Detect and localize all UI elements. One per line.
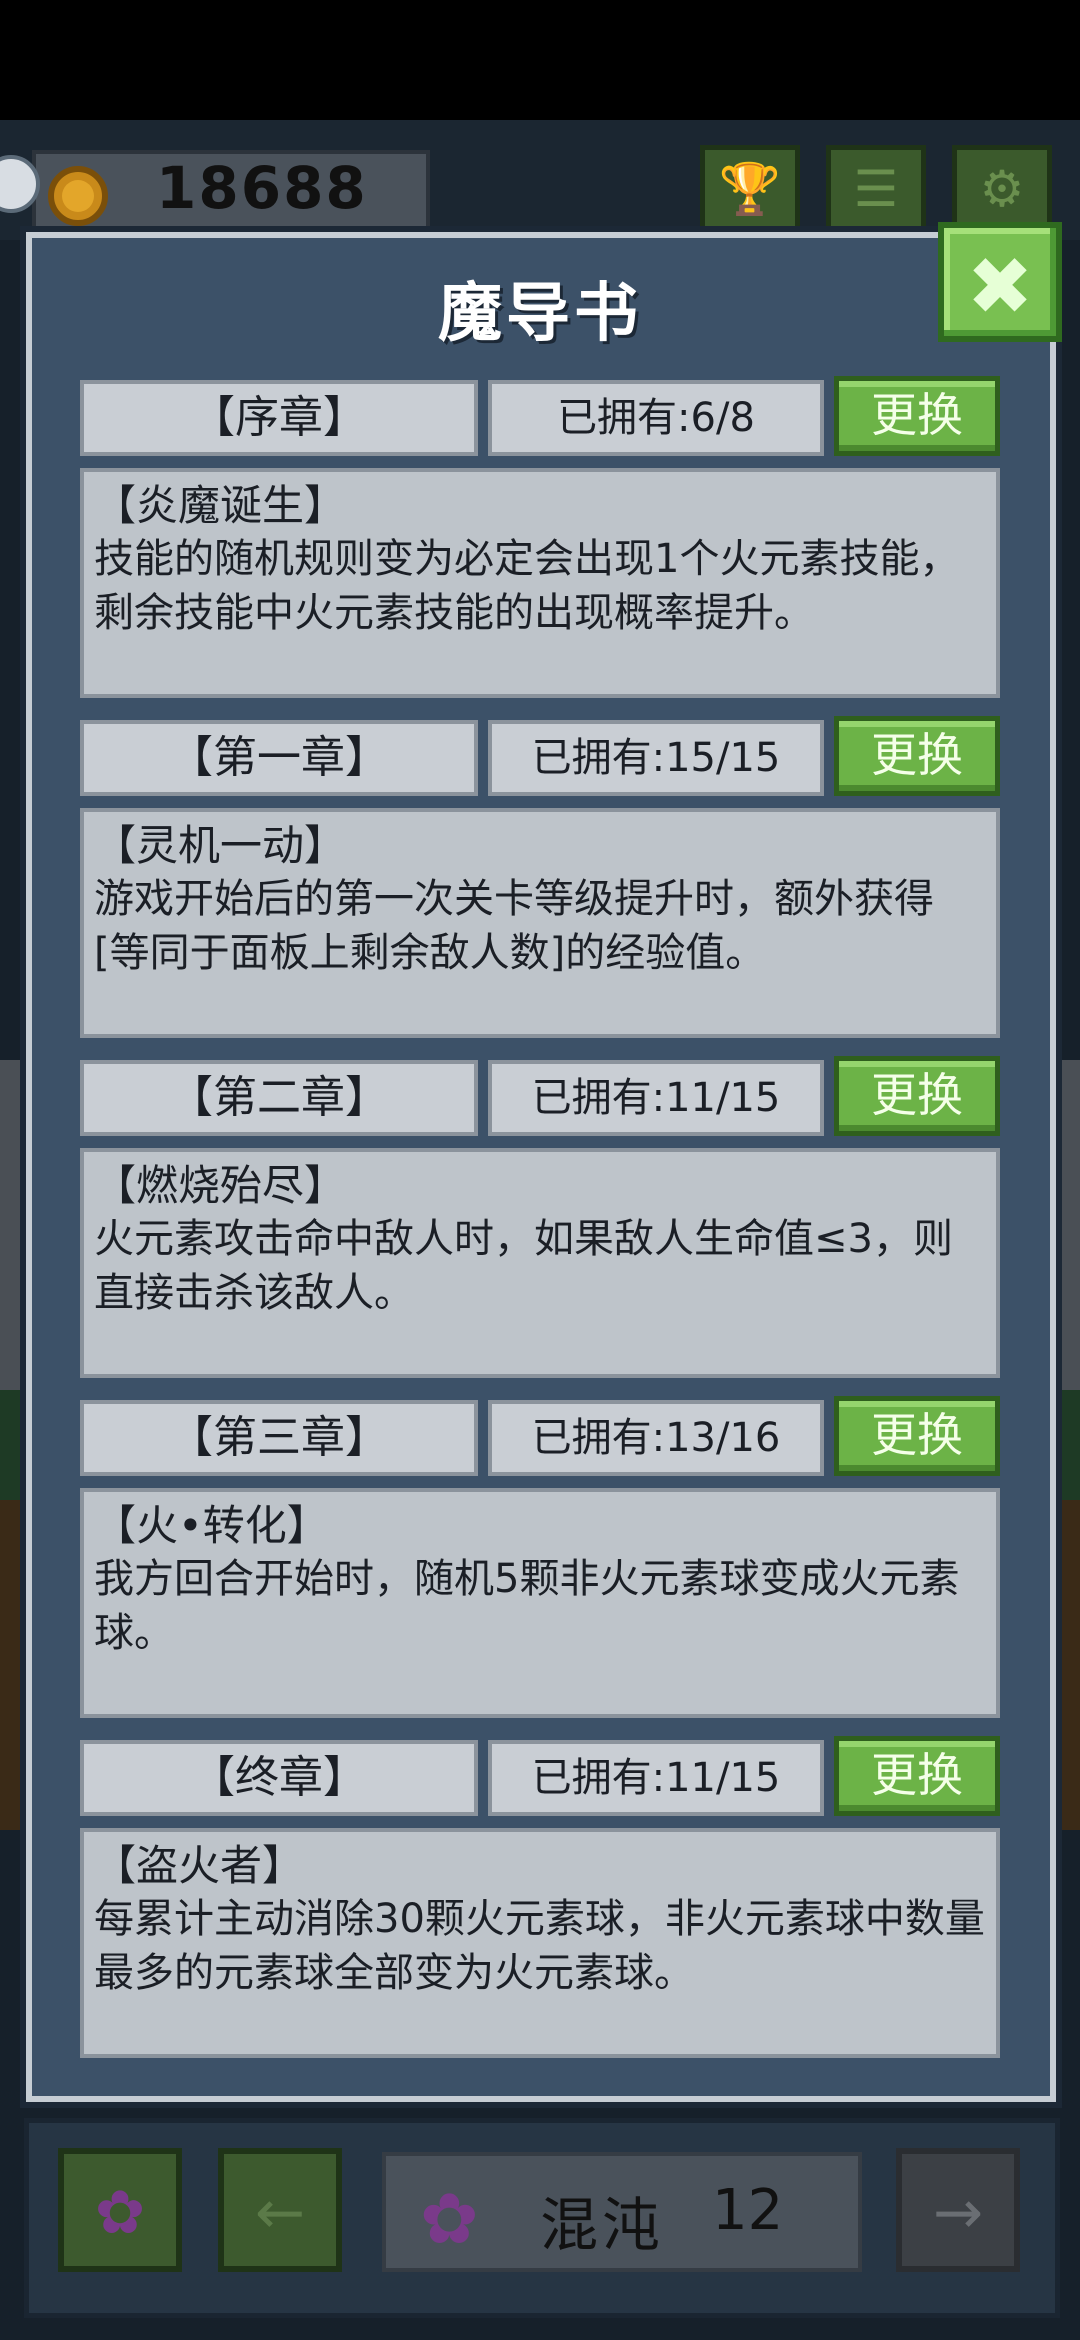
list-icon: ☰ [853,160,899,218]
skill-description: 火元素攻击命中敌人时，如果敌人生命值≤3，则直接击杀该敌人。 [94,1216,953,1316]
element-level: 12 [712,2178,784,2243]
dialog-title: 魔导书 [438,277,642,351]
change-button[interactable]: 更换 [834,1396,1000,1476]
gear-icon: ⚙ [979,160,1025,218]
owned-count: 已拥有:6/8 [488,380,824,456]
skill-card: 【灵机一动】 游戏开始后的第一次关卡等级提升时，额外获得[等同于面板上剩余敌人数… [80,808,1000,1038]
skill-description: 技能的随机规则变为必定会出现1个火元素技能，剩余技能中火元素技能的出现概率提升。 [94,536,960,636]
chapter-label: 【第二章】 [80,1060,478,1136]
flower-icon: ✿ [94,2178,146,2248]
skill-name: 【炎魔诞生】 [94,481,347,530]
skill-description: 每累计主动消除30颗火元素球，非火元素球中数量最多的元素球全部变为火元素球。 [94,1896,985,1996]
change-button[interactable]: 更换 [834,1736,1000,1816]
list-button[interactable]: ☰ [826,145,926,235]
skill-name: 【盗火者】 [94,1841,305,1890]
skill-description: 游戏开始后的第一次关卡等级提升时，额外获得[等同于面板上剩余敌人数]的经验值。 [94,876,934,976]
chapter-label: 【序章】 [80,380,478,456]
owned-count: 已拥有:11/15 [488,1740,824,1816]
skill-card: 【燃烧殆尽】 火元素攻击命中敌人时，如果敌人生命值≤3，则直接击杀该敌人。 [80,1148,1000,1378]
skill-card: 【火•转化】 我方回合开始时，随机5颗非火元素球变成火元素球。 [80,1488,1000,1718]
close-button[interactable]: ✖ [938,222,1062,342]
trophy-button[interactable]: 🏆 [700,145,800,235]
chapter-label: 【终章】 [80,1740,478,1816]
next-button[interactable]: → [896,2148,1020,2272]
skill-card: 【炎魔诞生】 技能的随机规则变为必定会出现1个火元素技能，剩余技能中火元素技能的… [80,468,1000,698]
chapter-label: 【第一章】 [80,720,478,796]
change-button[interactable]: 更换 [834,376,1000,456]
owned-count: 已拥有:11/15 [488,1060,824,1136]
chaos-flower-icon: ✿ [420,2178,479,2260]
skill-name: 【燃烧殆尽】 [94,1161,347,1210]
owned-count: 已拥有:15/15 [488,720,824,796]
change-button[interactable]: 更换 [834,1056,1000,1136]
coin-amount: 18688 [156,154,368,222]
skill-description: 我方回合开始时，随机5颗非火元素球变成火元素球。 [94,1556,960,1656]
previous-button[interactable]: ← [218,2148,342,2272]
skill-card: 【盗火者】 每累计主动消除30颗火元素球，非火元素球中数量最多的元素球全部变为火… [80,1828,1000,2058]
chapter-label: 【第三章】 [80,1400,478,1476]
skill-name: 【灵机一动】 [94,821,347,870]
coin-icon-center [62,180,94,212]
close-icon: ✖ [966,240,1034,333]
arrow-right-icon: → [932,2178,984,2248]
trophy-icon: 🏆 [718,160,782,218]
change-button[interactable]: 更换 [834,716,1000,796]
element-select-button[interactable]: ✿ [58,2148,182,2272]
skill-name: 【火•转化】 [94,1501,329,1550]
arrow-left-icon: ← [254,2178,306,2248]
owned-count: 已拥有:13/16 [488,1400,824,1476]
element-name: 混沌 [540,2191,665,2259]
